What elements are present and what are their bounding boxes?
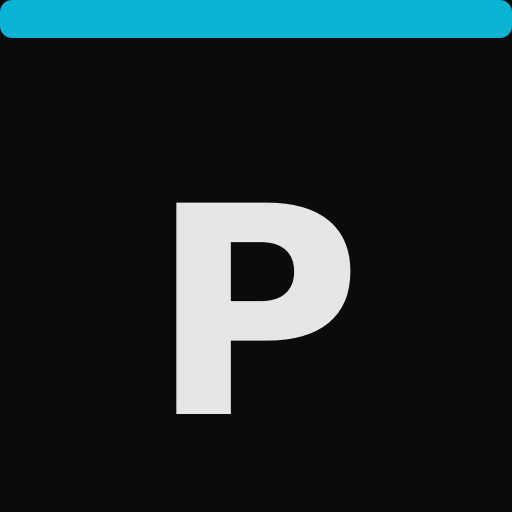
- accent-bar: [0, 0, 512, 38]
- app-letter-glyph: P: [149, 146, 363, 483]
- app-icon: P: [0, 0, 512, 512]
